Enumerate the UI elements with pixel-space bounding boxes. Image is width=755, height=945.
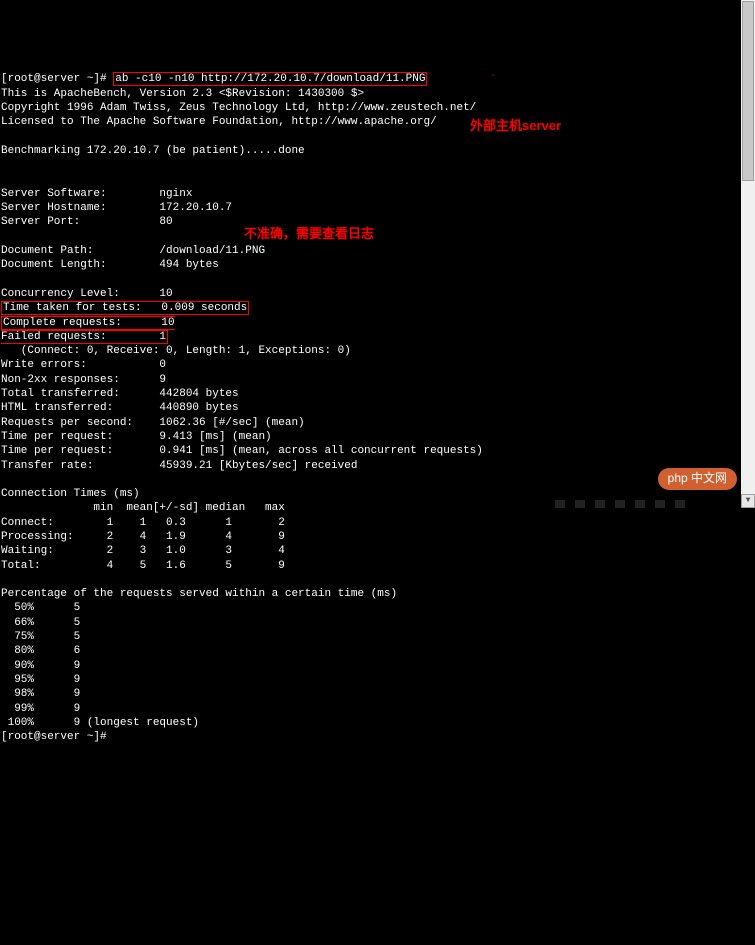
pct-row: 75% 5: [1, 631, 80, 643]
pct-row: 100% 9 (longest request): [1, 717, 199, 729]
command-highlight-box: ab -c10 -n10 http://172.20.10.7/download…: [113, 72, 427, 86]
prompt: [root@server ~]#: [1, 73, 113, 85]
caret-mark: ·: [490, 70, 496, 83]
scrollbar[interactable]: ▼: [741, 0, 755, 508]
annotation-log: 不准确，需要查看日志: [244, 226, 374, 243]
benchmark-line: Benchmarking 172.20.10.7 (be patient)...…: [1, 145, 305, 157]
result-line: Time per request: 0.941 [ms] (mean, acro…: [1, 445, 483, 457]
time-taken-box: Time taken for tests: 0.009 seconds: [1, 301, 249, 315]
header-line: Licensed to The Apache Software Foundati…: [1, 116, 437, 128]
document-info: Document Length: 494 bytes: [1, 259, 219, 271]
pct-row: 66% 5: [1, 617, 80, 629]
result-line: Transfer rate: 45939.21 [Kbytes/sec] rec…: [1, 460, 357, 472]
server-info: Server Port: 80: [1, 216, 173, 228]
conn-row: Connect: 1 1 0.3 1 2: [1, 517, 285, 529]
result-line: Requests per second: 1062.36 [#/sec] (me…: [1, 417, 305, 429]
annotation-server: 外部主机server: [470, 118, 561, 135]
conn-row: Waiting: 2 3 1.0 3 4: [1, 545, 285, 557]
watermark-badge: php 中文网: [658, 468, 737, 490]
result-line: (Connect: 0, Receive: 0, Length: 1, Exce…: [1, 345, 351, 357]
requests-box: Complete requests: 10 Failed requests: 1: [1, 316, 175, 344]
conn-cols: min mean[+/-sd] median max: [1, 502, 285, 514]
pct-row: 98% 9: [1, 688, 80, 700]
result-line: Time per request: 9.413 [ms] (mean): [1, 431, 272, 443]
server-info: Server Hostname: 172.20.10.7: [1, 202, 232, 214]
conn-header: Connection Times (ms): [1, 488, 140, 500]
result-line: Concurrency Level: 10: [1, 288, 173, 300]
terminal-output: [root@server ~]# ab -c10 -n10 http://172…: [0, 57, 755, 744]
pct-row: 80% 6: [1, 645, 80, 657]
header-line: Copyright 1996 Adam Twiss, Zeus Technolo…: [1, 102, 476, 114]
pct-row: 90% 9: [1, 660, 80, 672]
document-info: Document Path: /download/11.PNG: [1, 245, 265, 257]
conn-row: Processing: 2 4 1.9 4 9: [1, 531, 285, 543]
bottom-decoration: [555, 500, 695, 508]
pct-row: 95% 9: [1, 674, 80, 686]
server-info: Server Software: nginx: [1, 188, 192, 200]
scrollbar-down-arrow[interactable]: ▼: [741, 494, 755, 508]
scrollbar-thumb[interactable]: [742, 1, 754, 181]
conn-row: Total: 4 5 1.6 5 9: [1, 560, 285, 572]
result-line: HTML transferred: 440890 bytes: [1, 402, 239, 414]
result-line: Total transferred: 442804 bytes: [1, 388, 239, 400]
pct-row: 99% 9: [1, 703, 80, 715]
header-line: This is ApacheBench, Version 2.3 <$Revis…: [1, 88, 364, 100]
final-prompt[interactable]: [root@server ~]#: [1, 731, 113, 743]
result-line: Write errors: 0: [1, 359, 166, 371]
pct-header: Percentage of the requests served within…: [1, 588, 397, 600]
pct-row: 50% 5: [1, 602, 80, 614]
result-line: Non-2xx responses: 9: [1, 374, 166, 386]
